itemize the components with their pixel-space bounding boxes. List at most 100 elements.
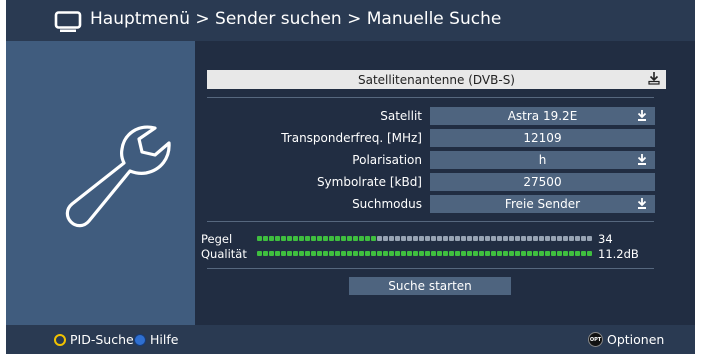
opt-button-icon: OPT — [588, 332, 603, 347]
qualitaet-segment — [467, 251, 472, 256]
pegel-segment — [275, 236, 280, 241]
qualitaet-segment — [389, 251, 394, 256]
qualitaet-segment — [581, 251, 586, 256]
pegel-segment — [557, 236, 562, 241]
search-mode-label: Suchmodus — [352, 197, 422, 211]
wrench-icon — [58, 122, 174, 234]
pegel-label: Pegel — [201, 232, 233, 246]
pid-search-key[interactable]: PID-Suche — [54, 332, 134, 347]
qualitaet-segment — [491, 251, 496, 256]
qualitaet-segment — [377, 251, 382, 256]
pegel-segment — [533, 236, 538, 241]
dropdown-arrow-icon — [648, 71, 660, 88]
qualitaet-segment — [359, 251, 364, 256]
transponder-freq-value: 12109 — [523, 131, 562, 145]
pegel-segment — [335, 236, 340, 241]
pegel-segment — [257, 236, 262, 241]
qualitaet-segment — [317, 251, 322, 256]
qualitaet-segment — [305, 251, 310, 256]
polarisation-select[interactable]: h — [430, 151, 655, 169]
transponder-freq-label: Transponderfreq. [MHz] — [281, 131, 422, 145]
blue-button-icon — [134, 333, 146, 346]
pegel-segment — [443, 236, 448, 241]
qualitaet-segment — [419, 251, 424, 256]
pegel-segment — [281, 236, 286, 241]
qualitaet-segment — [461, 251, 466, 256]
options-label: Optionen — [607, 332, 665, 347]
pegel-segment — [539, 236, 544, 241]
pegel-segment — [425, 236, 430, 241]
pegel-segment — [359, 236, 364, 241]
qualitaet-segment — [383, 251, 388, 256]
pegel-segment — [323, 236, 328, 241]
pegel-segment — [461, 236, 466, 241]
antenna-select[interactable]: Satellitenantenne (DVB-S) — [207, 70, 666, 89]
pegel-segment — [353, 236, 358, 241]
header-bar: Hauptmenü > Sender suchen > Manuelle Suc… — [6, 0, 695, 41]
qualitaet-segment — [533, 251, 538, 256]
pegel-segment — [545, 236, 550, 241]
symbol-rate-input[interactable]: 27500 — [430, 173, 655, 191]
search-mode-select[interactable]: Freie Sender — [430, 195, 655, 213]
qualitaet-segment — [455, 251, 460, 256]
options-key[interactable]: OPT Optionen — [588, 332, 664, 347]
pegel-segment — [515, 236, 520, 241]
dropdown-arrow-icon — [637, 197, 647, 213]
qualitaet-segment — [431, 251, 436, 256]
satellite-label: Satellit — [380, 109, 422, 123]
pegel-segment — [575, 236, 580, 241]
pegel-value: 34 — [598, 232, 613, 246]
pegel-segment — [581, 236, 586, 241]
qualitaet-segment — [329, 251, 334, 256]
pegel-segment — [569, 236, 574, 241]
qualitaet-segment — [587, 251, 592, 256]
pegel-segment — [587, 236, 592, 241]
pegel-segment — [455, 236, 460, 241]
qualitaet-segment — [569, 251, 574, 256]
start-search-button[interactable]: Suche starten — [349, 277, 511, 295]
dropdown-arrow-icon — [637, 153, 647, 169]
qualitaet-segment — [557, 251, 562, 256]
pegel-segment — [503, 236, 508, 241]
qualitaet-segment — [473, 251, 478, 256]
pegel-segment — [467, 236, 472, 241]
divider-middle — [207, 221, 654, 222]
pegel-segment — [395, 236, 400, 241]
pegel-segment — [347, 236, 352, 241]
qualitaet-segment — [425, 251, 430, 256]
qualitaet-segment — [545, 251, 550, 256]
qualitaet-segment — [335, 251, 340, 256]
help-label: Hilfe — [150, 332, 179, 347]
pegel-segment — [341, 236, 346, 241]
qualitaet-segment — [365, 251, 370, 256]
yellow-button-icon — [54, 333, 66, 346]
satellite-select[interactable]: Astra 19.2E — [430, 107, 655, 125]
pegel-segment — [563, 236, 568, 241]
page-title: Hauptmenü > Sender suchen > Manuelle Suc… — [90, 9, 502, 29]
pegel-segment — [377, 236, 382, 241]
footer-bar: PID-Suche Hilfe OPT Optionen — [6, 325, 695, 354]
transponder-freq-input[interactable]: 12109 — [430, 129, 655, 147]
pegel-segment — [293, 236, 298, 241]
qualitaet-segment — [503, 251, 508, 256]
help-key[interactable]: Hilfe — [134, 332, 178, 347]
polarisation-value: h — [538, 153, 547, 167]
qualitaet-segment — [479, 251, 484, 256]
qualitaet-segment — [521, 251, 526, 256]
pegel-segment — [449, 236, 454, 241]
symbol-rate-value: 27500 — [523, 175, 562, 189]
pegel-meter — [257, 236, 592, 242]
qualitaet-segment — [323, 251, 328, 256]
search-mode-value: Freie Sender — [504, 197, 581, 211]
pegel-segment — [305, 236, 310, 241]
pegel-segment — [329, 236, 334, 241]
pegel-segment — [371, 236, 376, 241]
pegel-segment — [269, 236, 274, 241]
satellite-value: Astra 19.2E — [507, 109, 578, 123]
pegel-segment — [365, 236, 370, 241]
qualitaet-segment — [263, 251, 268, 256]
qualitaet-segment — [269, 251, 274, 256]
qualitaet-segment — [347, 251, 352, 256]
tv-icon — [54, 11, 82, 37]
qualitaet-segment — [299, 251, 304, 256]
